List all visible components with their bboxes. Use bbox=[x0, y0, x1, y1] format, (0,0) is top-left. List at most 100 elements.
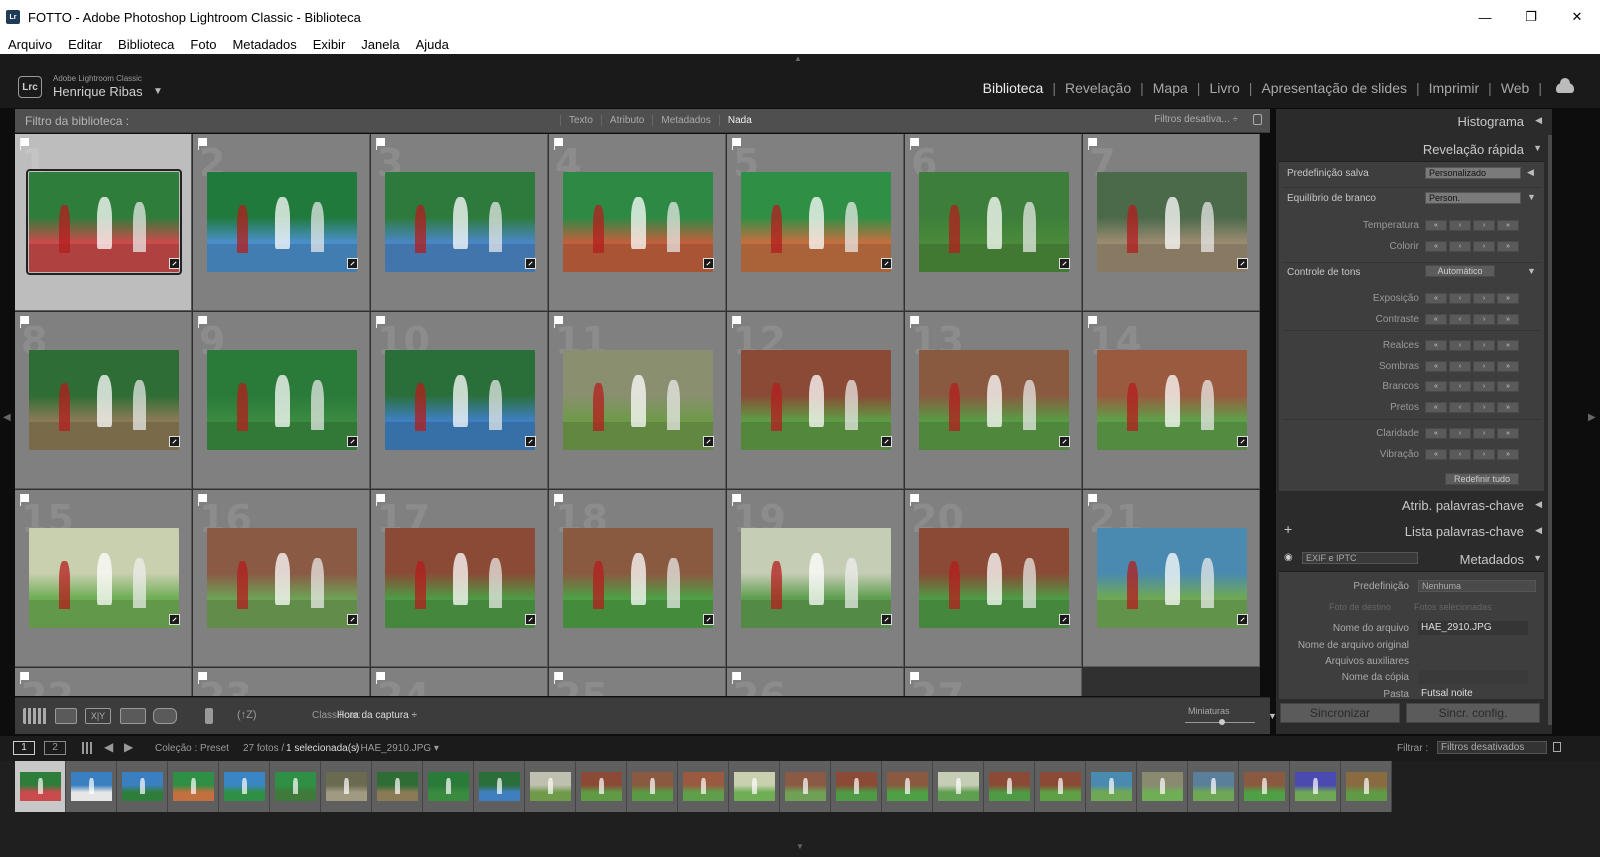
grid-cell[interactable]: 22 bbox=[15, 668, 192, 696]
filmstrip-thumbnail[interactable] bbox=[1290, 761, 1341, 812]
grid-cell[interactable]: 13 bbox=[905, 312, 1082, 489]
whites-buttons[interactable]: «‹ ›» bbox=[1425, 381, 1521, 392]
metadata-set-select[interactable]: EXIF e IPTC bbox=[1302, 552, 1418, 564]
close-button[interactable]: ✕ bbox=[1554, 0, 1600, 34]
module-imprimir[interactable]: Imprimir bbox=[1420, 80, 1489, 96]
saved-preset-select[interactable]: Personalizado bbox=[1425, 167, 1521, 179]
thumbnail-size-knob[interactable] bbox=[1219, 719, 1225, 725]
grid-cell[interactable]: 4 bbox=[549, 134, 726, 311]
filmstrip-thumbnail[interactable] bbox=[270, 761, 321, 812]
sort-select[interactable]: Hora da captura ÷ bbox=[337, 710, 417, 721]
grid-cell[interactable]: 10 bbox=[371, 312, 548, 489]
sync-button[interactable]: Sincronizar bbox=[1280, 703, 1400, 723]
edited-badge-icon[interactable] bbox=[347, 258, 358, 269]
flag-icon[interactable] bbox=[732, 316, 741, 328]
copy-name-field[interactable] bbox=[1418, 670, 1528, 684]
module-biblioteca[interactable]: Biblioteca bbox=[974, 80, 1053, 96]
filmstrip-thumbnail[interactable] bbox=[1188, 761, 1239, 812]
survey-view-icon[interactable] bbox=[120, 708, 146, 724]
grid-cell[interactable]: 14 bbox=[1083, 312, 1260, 489]
filmstrip-filter-select[interactable]: Filtros desativados bbox=[1437, 741, 1547, 754]
filmstrip-thumbnail[interactable] bbox=[1137, 761, 1188, 812]
back-arrow-icon[interactable]: ◀ bbox=[104, 740, 113, 754]
folder-value[interactable]: Futsal noite bbox=[1418, 687, 1528, 699]
loupe-view-icon[interactable] bbox=[55, 708, 77, 724]
filmstrip-thumbnail[interactable] bbox=[678, 761, 729, 812]
photo-thumbnail[interactable] bbox=[563, 350, 713, 450]
flag-icon[interactable] bbox=[910, 138, 919, 150]
edited-badge-icon[interactable] bbox=[1059, 614, 1070, 625]
photo-thumbnail[interactable] bbox=[741, 350, 891, 450]
keyword-list-header[interactable]: + Lista palavras-chave ◀ bbox=[1276, 519, 1552, 543]
flag-icon[interactable] bbox=[732, 494, 741, 506]
collapse-top-panel-icon[interactable]: ▲ bbox=[794, 54, 802, 63]
menu-arquivo[interactable]: Arquivo bbox=[0, 37, 60, 52]
edited-badge-icon[interactable] bbox=[703, 258, 714, 269]
flag-icon[interactable] bbox=[20, 672, 29, 684]
target-photo-toggle[interactable]: Foto de destino bbox=[1329, 602, 1391, 612]
lock-icon[interactable] bbox=[1253, 114, 1262, 125]
flag-icon[interactable] bbox=[20, 316, 29, 328]
grid-cell[interactable]: 21 bbox=[1083, 490, 1260, 667]
selected-photos-toggle[interactable]: Fotos selecionadas bbox=[1414, 602, 1492, 612]
filter-tab-texto[interactable]: Texto bbox=[560, 115, 601, 126]
filmstrip-thumbnail[interactable] bbox=[1086, 761, 1137, 812]
filmstrip-thumbnail[interactable] bbox=[66, 761, 117, 812]
photo-thumbnail[interactable] bbox=[919, 528, 1069, 628]
collapse-quick-develop-icon[interactable]: ▼ bbox=[1533, 143, 1542, 153]
grid-cell[interactable]: 25 bbox=[549, 668, 726, 696]
keywording-header[interactable]: Atrib. palavras-chave ◀ bbox=[1276, 493, 1552, 517]
flag-icon[interactable] bbox=[1088, 316, 1097, 328]
photo-thumbnail[interactable] bbox=[207, 172, 357, 272]
flag-icon[interactable] bbox=[910, 672, 919, 684]
filmstrip-thumbnail[interactable] bbox=[831, 761, 882, 812]
main-screen-button[interactable]: 1 bbox=[13, 741, 35, 755]
flag-icon[interactable] bbox=[198, 316, 207, 328]
flag-icon[interactable] bbox=[20, 138, 29, 150]
photo-thumbnail[interactable] bbox=[207, 528, 357, 628]
filmstrip-thumbnail[interactable] bbox=[1035, 761, 1086, 812]
edited-badge-icon[interactable] bbox=[347, 614, 358, 625]
flag-icon[interactable] bbox=[1088, 138, 1097, 150]
edited-badge-icon[interactable] bbox=[1237, 614, 1248, 625]
flag-icon[interactable] bbox=[1088, 494, 1097, 506]
edited-badge-icon[interactable] bbox=[525, 614, 536, 625]
flag-icon[interactable] bbox=[732, 672, 741, 684]
grid-view-icon[interactable] bbox=[23, 708, 47, 724]
flag-icon[interactable] bbox=[910, 316, 919, 328]
grid-cell[interactable]: 27 bbox=[905, 668, 1082, 696]
current-filename[interactable]: / HAE_2910.JPG ▾ bbox=[355, 743, 439, 754]
sort-direction-icon[interactable]: (↑Z) bbox=[237, 709, 257, 721]
people-view-icon[interactable] bbox=[153, 708, 177, 724]
filmstrip-thumbnail[interactable] bbox=[15, 761, 66, 812]
filmstrip-thumbnail[interactable] bbox=[780, 761, 831, 812]
menu-biblioteca[interactable]: Biblioteca bbox=[110, 37, 182, 52]
photo-thumbnail[interactable] bbox=[1097, 172, 1247, 272]
metadata-preset-select[interactable]: Nenhuma bbox=[1418, 580, 1536, 592]
white-balance-select[interactable]: Person. bbox=[1425, 192, 1521, 204]
edited-badge-icon[interactable] bbox=[525, 436, 536, 447]
photo-thumbnail[interactable] bbox=[29, 350, 179, 450]
maximize-button[interactable]: ❐ bbox=[1508, 0, 1554, 34]
filename-field[interactable]: HAE_2910.JPG bbox=[1418, 621, 1528, 635]
flag-icon[interactable] bbox=[554, 672, 563, 684]
photo-thumbnail[interactable] bbox=[1097, 528, 1247, 628]
menu-ajuda[interactable]: Ajuda bbox=[408, 37, 457, 52]
blacks-buttons[interactable]: «‹ ›» bbox=[1425, 402, 1521, 413]
collapse-filmstrip-icon[interactable]: ▼ bbox=[796, 842, 804, 851]
photo-thumbnail[interactable] bbox=[385, 350, 535, 450]
photo-thumbnail[interactable] bbox=[207, 350, 357, 450]
edited-badge-icon[interactable] bbox=[881, 258, 892, 269]
photo-thumbnail[interactable] bbox=[741, 528, 891, 628]
grid-cell[interactable]: 17 bbox=[371, 490, 548, 667]
secondary-screen-button[interactable]: 2 bbox=[44, 741, 66, 755]
filter-tab-nada[interactable]: Nada bbox=[718, 115, 760, 126]
filmstrip-thumbnail[interactable] bbox=[1239, 761, 1290, 812]
filmstrip-thumbnail[interactable] bbox=[219, 761, 270, 812]
flag-icon[interactable] bbox=[20, 494, 29, 506]
filter-preset-select[interactable]: Filtros desativa... ÷ bbox=[1154, 114, 1238, 125]
filmstrip-thumbnail[interactable] bbox=[525, 761, 576, 812]
collection-source[interactable]: Coleção : Preset bbox=[155, 743, 229, 754]
flag-icon[interactable] bbox=[198, 672, 207, 684]
right-panel-scrollbar[interactable] bbox=[1548, 135, 1552, 725]
